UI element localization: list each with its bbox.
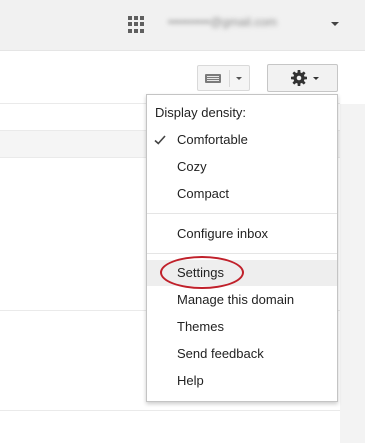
menu-item-label: Send feedback (177, 346, 264, 361)
menu-item-label: Manage this domain (177, 292, 295, 307)
manage-domain-item[interactable]: Manage this domain (147, 287, 337, 313)
apps-grid-icon[interactable] (128, 16, 145, 33)
menu-item-label: Help (177, 373, 204, 388)
density-option-cozy[interactable]: Cozy (147, 154, 337, 180)
top-bar: ••••••••••@gmail.com (0, 0, 365, 51)
button-divider (229, 70, 230, 87)
checkmark-icon (154, 135, 166, 145)
density-option-comfortable[interactable]: Comfortable (147, 127, 337, 153)
divider (0, 410, 340, 411)
themes-item[interactable]: Themes (147, 314, 337, 340)
account-email[interactable]: ••••••••••@gmail.com (168, 15, 326, 33)
menu-item-label: Comfortable (177, 132, 248, 147)
gear-icon (291, 70, 307, 86)
side-panel (340, 104, 365, 443)
caret-down-icon[interactable] (236, 77, 242, 80)
keyboard-icon (205, 74, 221, 83)
menu-item-label: Configure inbox (177, 226, 269, 241)
menu-item-label: Compact (177, 186, 230, 201)
help-item[interactable]: Help (147, 368, 337, 394)
menu-divider (147, 253, 337, 254)
input-tools-button[interactable] (197, 65, 250, 91)
menu-divider (147, 213, 337, 214)
menu-item-label: Themes (177, 319, 224, 334)
caret-down-icon (313, 77, 319, 80)
settings-menu: Display density: Comfortable Cozy Compac… (146, 94, 338, 402)
caret-down-icon[interactable] (331, 22, 339, 26)
menu-item-label: Cozy (177, 159, 207, 174)
settings-gear-button[interactable] (267, 64, 338, 92)
density-option-compact[interactable]: Compact (147, 181, 337, 207)
annotation-circle (160, 256, 244, 289)
send-feedback-item[interactable]: Send feedback (147, 341, 337, 367)
configure-inbox-item[interactable]: Configure inbox (147, 221, 337, 247)
display-density-heading: Display density: (155, 105, 247, 120)
